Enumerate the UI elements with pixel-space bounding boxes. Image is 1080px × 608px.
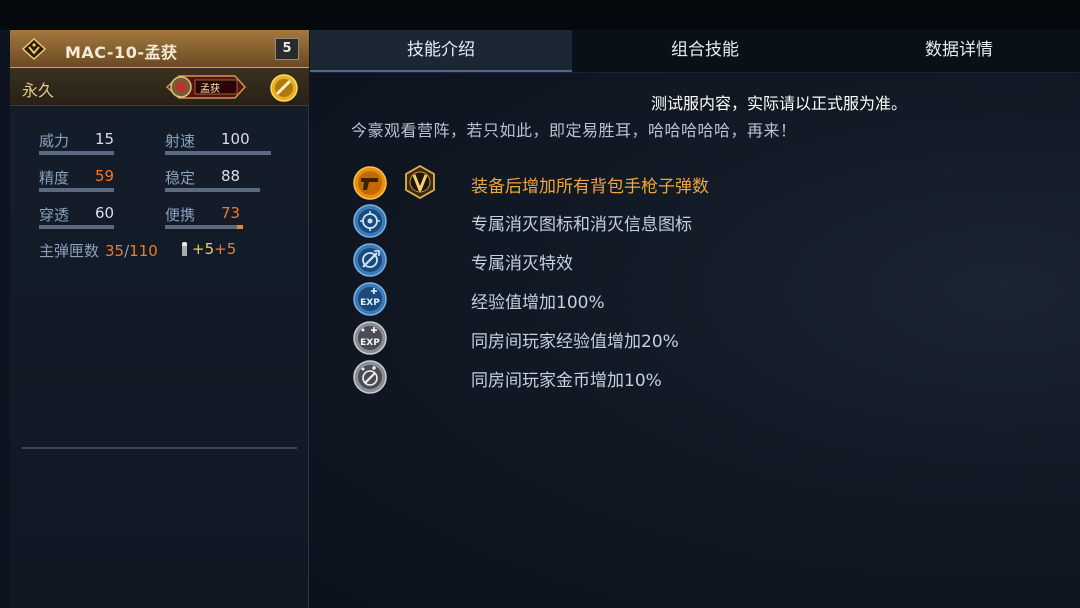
- ammo-bonus-1: +5: [192, 240, 215, 258]
- skill-text: 专属消灭特效: [471, 254, 573, 274]
- top-bar: [0, 0, 1080, 30]
- skill-row: EXP 同房间玩家经验值增加20%: [352, 320, 1052, 356]
- stat-value: 73: [221, 204, 241, 222]
- skill-text: 装备后增加所有背包手枪子弹数: [471, 177, 709, 197]
- stat-stability: 稳定 88: [165, 167, 240, 188]
- stat-value: 59: [95, 167, 115, 185]
- stat-bar-power: [39, 151, 114, 155]
- gold-coin-button[interactable]: [269, 74, 299, 102]
- stat-label: 精度: [39, 169, 70, 187]
- skill-row: 装备后增加所有背包手枪子弹数: [352, 165, 1052, 201]
- stat-label: 威力: [39, 132, 70, 150]
- rank-emblem-icon: [22, 38, 46, 60]
- ammo-row: 主弹匣数 35/110: [39, 240, 158, 261]
- weapon-name: MAC-10-孟获: [65, 43, 178, 62]
- weapon-quote: 今豪观看营阵，若只如此，即定易胜耳，哈哈哈哈哈，再来！: [351, 121, 797, 140]
- test-server-notice: 测试服内容，实际请以正式服为准。: [651, 94, 908, 113]
- stat-label: 射速: [165, 132, 196, 150]
- stat-power: 威力 15: [39, 130, 114, 151]
- svg-text:EXP: EXP: [360, 338, 380, 348]
- kill-icon-emblem: [353, 204, 387, 238]
- stat-value: 88: [221, 167, 241, 185]
- room-coin-boost-icon: [353, 360, 387, 394]
- skill-row: 专属消灭图标和消灭信息图标: [352, 203, 1052, 239]
- stat-label: 便携: [165, 206, 196, 224]
- pistol-ammo-icon: [353, 166, 387, 200]
- title-badge-text: 孟获: [200, 84, 220, 95]
- tab-combo-skills[interactable]: 组合技能: [572, 30, 838, 72]
- vip-v-icon: [405, 165, 435, 199]
- svg-text:EXP: EXP: [360, 298, 380, 308]
- stat-rate-of-fire: 射速 100: [165, 130, 250, 151]
- stat-portability: 便携 73: [165, 204, 240, 225]
- bullet-icon: [182, 242, 187, 256]
- ammo-max: 110: [129, 242, 158, 260]
- tab-skill-intro[interactable]: 技能介绍: [310, 30, 572, 72]
- stat-bar-rate-of-fire: [165, 151, 271, 155]
- kill-effect-icon: [353, 243, 387, 277]
- skill-row: EXP 经验值增加100%: [352, 281, 1052, 317]
- stat-label: 稳定: [165, 169, 196, 187]
- ammo-bonus: +5+5: [182, 240, 236, 258]
- ammo-bonus-2: +5: [214, 240, 237, 258]
- stat-value: 15: [95, 130, 115, 148]
- tab-data-details[interactable]: 数据详情: [838, 30, 1080, 72]
- stat-bar-accuracy: [39, 188, 114, 192]
- stat-bar-stability: [165, 188, 260, 192]
- ammo-label: 主弹匣数: [39, 242, 100, 260]
- skill-row: 同房间玩家金币增加10%: [352, 359, 1052, 395]
- divider: [22, 447, 297, 449]
- skill-text: 同房间玩家金币增加10%: [471, 371, 662, 391]
- tab-divider: [310, 72, 1080, 73]
- skill-row: 专属消灭特效: [352, 242, 1052, 278]
- room-exp-boost-icon: EXP: [353, 321, 387, 355]
- duration-bar: 永久 孟获: [10, 68, 309, 106]
- skill-text: 同房间玩家经验值增加20%: [471, 332, 679, 352]
- skill-text: 专属消灭图标和消灭信息图标: [471, 215, 692, 235]
- weapon-header: MAC-10-孟获 5: [10, 30, 309, 68]
- stat-value: 60: [95, 204, 115, 222]
- stat-bar-portability: [165, 225, 243, 229]
- duration-label: 永久: [22, 81, 55, 100]
- tab-bar: 技能介绍 组合技能 数据详情: [310, 30, 1080, 73]
- exp-boost-icon: EXP: [353, 282, 387, 316]
- ammo-current: 35: [105, 242, 125, 260]
- stat-bar-bonus: [237, 225, 243, 229]
- skill-text: 经验值增加100%: [471, 293, 605, 313]
- stat-accuracy: 精度 59: [39, 167, 114, 188]
- stat-value: 100: [221, 130, 250, 148]
- stat-penetration: 穿透 60: [39, 204, 114, 225]
- stat-label: 穿透: [39, 206, 70, 224]
- stat-bar-penetration: [39, 225, 114, 229]
- weapon-info-panel: MAC-10-孟获 5 永久 孟获 威力 15 射速 100 精度 59 稳定: [10, 30, 309, 608]
- weapon-level-badge: 5: [275, 38, 299, 60]
